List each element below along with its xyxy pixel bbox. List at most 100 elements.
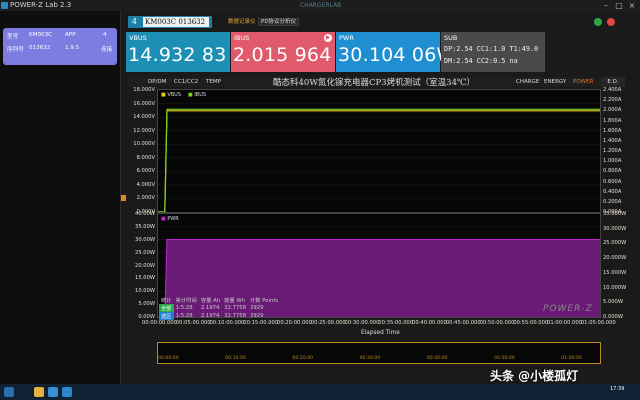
serial-label: 序列号 xyxy=(7,47,24,53)
y2-tick-label: 0.200A xyxy=(603,198,622,205)
maximize-button[interactable]: □ xyxy=(613,0,625,11)
tab-charge[interactable]: CHARGE xyxy=(514,78,541,86)
device-card[interactable]: 型号 KM003C APP 4 序列号 013632 1.9.5 连接 xyxy=(3,28,117,65)
timeline-tick-label: 00:30:00 xyxy=(359,356,381,361)
y-tick-label: 25.00W xyxy=(135,249,155,256)
record-icon[interactable] xyxy=(594,18,602,26)
y2-tick-label: 2.200A xyxy=(603,97,622,104)
y2-tick-label: 35.000W xyxy=(603,211,627,217)
x-tick-label: 00:10:00.000 xyxy=(209,320,245,326)
timeline-tick-label: 00:00:00 xyxy=(158,356,179,361)
stats-table: 统计 累计时间 容量 Ah 能量 Wh 计数 Points 全部 1:5:28 … xyxy=(159,296,280,320)
source-watermark: 头条 @小楼孤灯 xyxy=(490,369,579,383)
tab-power[interactable]: POWER xyxy=(571,78,595,86)
y-tick-label: 15.00W xyxy=(135,275,155,282)
top-bar: 4 KM003C 013632 数据记录仪 PD协议分析仪 xyxy=(126,15,640,29)
ibus-value: 2.015 964 A xyxy=(233,44,351,66)
x-tick-label: 00:35:00.000 xyxy=(378,320,414,326)
y2-tick-label: 10.000W xyxy=(603,284,627,291)
y-tick-label: 2.000V xyxy=(136,195,155,202)
y-tick-label: 40.00W xyxy=(135,211,155,217)
stats-cell: 1:5:28 xyxy=(175,305,193,311)
pwr-tile: PWR 30.104 06W xyxy=(336,32,455,72)
series-line-vbus xyxy=(158,110,600,213)
arrow-right-icon[interactable]: ▶ xyxy=(324,34,332,42)
voltage-current-svg xyxy=(158,103,600,213)
y2-tick-label: 2.000A xyxy=(603,107,622,114)
model-value: KM003C xyxy=(29,32,53,38)
x-tick-label: 00:30:00.000 xyxy=(344,320,380,326)
ed-button[interactable]: E.D. xyxy=(601,77,625,87)
close-button[interactable]: × xyxy=(626,0,638,11)
stats-cell: 32.7758 xyxy=(224,313,246,319)
explorer-icon[interactable] xyxy=(34,387,44,397)
stats-header: 计数 Points xyxy=(249,298,279,304)
app-logo-icon xyxy=(1,2,8,9)
y-tick-label: 35.00W xyxy=(135,223,155,230)
app-label: APP xyxy=(65,32,76,38)
stats-cell: 2.1974 xyxy=(200,305,220,311)
ibus-label: IBUS xyxy=(234,34,250,42)
pwr-label: PWR xyxy=(339,34,354,42)
stats-header-row: 统计 累计时间 容量 Ah 能量 Wh 计数 Points xyxy=(159,296,280,304)
app-value: 4 xyxy=(103,32,107,38)
y-tick-label: 20.00W xyxy=(135,262,155,269)
tab-temp[interactable]: TEMP xyxy=(204,78,223,86)
y-tick-label: 30.00W xyxy=(135,236,155,243)
stop-icon[interactable] xyxy=(607,18,615,26)
version-value: 1.9.5 xyxy=(65,45,80,51)
taskbar-clock: 17:39 xyxy=(610,386,625,392)
taskbar xyxy=(0,384,640,400)
tab-cc1-cc2[interactable]: CC1/CC2 xyxy=(172,78,200,86)
y2-tick-label: 5.000W xyxy=(603,299,623,306)
x-tick-label: 00:40:00.000 xyxy=(412,320,447,326)
window-title: POWER-Z Lab 2.3 xyxy=(10,1,72,9)
pd-analyzer-dropdown[interactable]: PD协议分析仪 xyxy=(258,18,300,26)
stats-cell: 32.7758 xyxy=(224,305,246,311)
connection-status: 连接 xyxy=(101,47,113,53)
stats-cell: 1:5:28 xyxy=(175,313,193,319)
power-plot[interactable]: ■ PWR 统计 累计时间 容量 Ah 能量 Wh 计数 Points 全部 1… xyxy=(157,213,601,320)
y-tick-label: 18.000V xyxy=(133,87,155,93)
x-tick-label: 00:20:00.000 xyxy=(277,320,312,326)
legend-pwr: ■ PWR xyxy=(161,216,179,222)
stats-cell: 2.1974 xyxy=(200,313,220,319)
timeline-tick-label: 01:00:00 xyxy=(561,356,582,361)
stats-header: 容量 Ah xyxy=(200,298,221,304)
tab-energy[interactable]: ENERGY xyxy=(542,78,568,86)
tab-dp-dm[interactable]: DP/DM xyxy=(146,78,168,86)
stats-cell: 3929 xyxy=(249,313,264,319)
x-tick-label: 00:50:00.000 xyxy=(479,320,515,326)
y-tick-label: 8.000V xyxy=(136,154,155,161)
ibus-tile: IBUS ▶ 2.015 964 A xyxy=(231,32,351,72)
series-line-ibus xyxy=(158,108,600,213)
stats-row-all: 全部 1:5:28 2.1974 32.7758 3929 xyxy=(159,304,280,312)
timeline-scrubber[interactable]: 00:00:00 00:10:00 00:20:00 00:30:00 00:40:00… xyxy=(157,342,601,364)
y-tick-label: 5.00W xyxy=(138,301,155,308)
timeline-tick-label: 00:20:00 xyxy=(292,356,314,361)
sub-label: SUB xyxy=(444,34,458,42)
serial-value: 013632 xyxy=(29,45,51,51)
y-tick-label: 14.000V xyxy=(133,114,155,121)
stats-header: 累计时间 xyxy=(175,298,197,304)
y2-tick-label: 0.400A xyxy=(603,188,622,195)
y2-tick-label: 25.000W xyxy=(603,240,627,247)
chart-toolbar: DP/DM CC1/CC2 TEMP 酷态科40W氮化镓充电器CP3烤机测试（室… xyxy=(128,77,626,88)
sub-line-1: DP:2.54 CC1:1.0 T1:49.0 xyxy=(444,45,539,53)
y2-tick-label: 15.000W xyxy=(603,269,627,276)
x-tick-label: 00:00:00.000 xyxy=(142,320,177,326)
power-z-taskbar-icon[interactable] xyxy=(62,387,72,397)
data-recorder-tab[interactable]: 数据记录仪 xyxy=(228,18,256,26)
x-tick-label: 00:45:00.000 xyxy=(445,320,481,326)
x-axis-label: Elapsed Time xyxy=(361,330,400,336)
device-id-field[interactable]: 4 KM003C 013632 xyxy=(128,16,212,28)
x-tick-label: 01:00:00.000 xyxy=(547,320,582,326)
minimize-button[interactable]: – xyxy=(600,0,612,11)
vbus-value: 14.932 83 V xyxy=(128,44,246,66)
timeline-tick-label: 00:10:00 xyxy=(225,356,246,361)
voltage-current-plot[interactable]: ■ VBUS ■ IBUS xyxy=(157,89,601,213)
browser-icon[interactable] xyxy=(48,387,58,397)
y2-tick-label: 1.800A xyxy=(603,117,622,124)
start-icon[interactable] xyxy=(4,387,14,397)
vbus-label: VBUS xyxy=(129,34,147,42)
